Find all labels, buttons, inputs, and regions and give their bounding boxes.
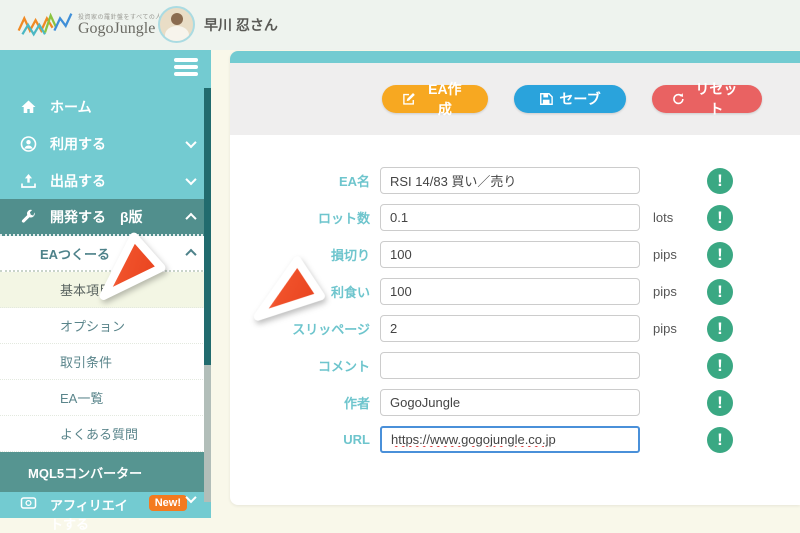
submenu-item-label: 取引条件 bbox=[60, 355, 113, 370]
ea-settings-form: EA名 ! ロット数 lots ! 損切り pips ! 利食い pips ! … bbox=[230, 135, 800, 458]
sidebar-item-label: ホーム bbox=[50, 98, 92, 115]
sidebar-item-sell[interactable]: 出品する bbox=[0, 162, 211, 199]
chevron-down-icon bbox=[185, 491, 197, 504]
user-name: 早川 忍さん bbox=[204, 16, 278, 33]
ea-name-input[interactable] bbox=[380, 167, 640, 194]
sidebar-item-options[interactable]: オプション bbox=[0, 308, 211, 344]
sidebar-item-label: 開発する β版 bbox=[50, 208, 143, 225]
field-label: コメント bbox=[317, 359, 370, 374]
sidebar: ホーム 利用する 出品する 開発する β版 EAつくーる 基本項目 オプション … bbox=[0, 50, 211, 532]
sidebar-item-ea-builder[interactable]: EAつくーる bbox=[0, 236, 211, 272]
warning-icon[interactable]: ! bbox=[707, 167, 733, 194]
button-label: リセット bbox=[695, 81, 738, 117]
money-icon bbox=[20, 497, 37, 509]
sidebar-item-develop[interactable]: 開発する β版 bbox=[0, 199, 211, 236]
submenu-item-label: よくある質問 bbox=[60, 427, 139, 442]
form-row: EA名 ! bbox=[230, 162, 800, 199]
form-row: スリッページ pips ! bbox=[230, 310, 800, 347]
submenu-item-label: EA一覧 bbox=[60, 391, 104, 406]
chevron-down-icon bbox=[185, 173, 197, 185]
save-button[interactable]: セーブ bbox=[514, 85, 626, 113]
sidebar-item-mql5-converter[interactable]: MQL5コンバーター bbox=[0, 452, 211, 492]
unit-label: pips bbox=[653, 247, 677, 262]
chevron-down-icon bbox=[185, 136, 197, 148]
warning-icon[interactable]: ! bbox=[707, 389, 733, 416]
field-label: EA名 bbox=[338, 174, 370, 189]
sidebar-item-affiliate[interactable]: アフィリエイトする New! bbox=[0, 491, 211, 532]
submenu-item-label: 基本項目 bbox=[60, 283, 113, 298]
sidebar-item-home[interactable]: ホーム bbox=[0, 88, 211, 125]
sidebar-item-label: 利用する bbox=[50, 135, 106, 152]
form-row: 利食い pips ! bbox=[230, 273, 800, 310]
hamburger-menu-icon[interactable] bbox=[174, 58, 198, 79]
main-panel: EA作成 セーブ リセット EA名 RSI 14/83 買い／売り ! ロット数… bbox=[230, 51, 800, 505]
field-label: URL bbox=[343, 432, 370, 447]
field-label: 利食い bbox=[330, 285, 370, 300]
upload-icon bbox=[21, 173, 36, 188]
submenu-title-label: EAつくーる bbox=[40, 246, 111, 262]
form-row: コメント ! bbox=[230, 347, 800, 384]
submenu-item-label: オプション bbox=[60, 319, 126, 334]
warning-icon[interactable]: ! bbox=[707, 315, 733, 342]
reset-button[interactable]: リセット bbox=[652, 81, 762, 117]
url-input[interactable] bbox=[380, 426, 640, 453]
sidebar-item-trade-conditions[interactable]: 取引条件 bbox=[0, 344, 211, 380]
form-row: URL ! bbox=[230, 421, 800, 458]
unit-label: lots bbox=[653, 210, 674, 225]
sidebar-item-use[interactable]: 利用する bbox=[0, 125, 211, 162]
user-icon bbox=[20, 135, 37, 152]
field-label: スリッページ bbox=[292, 322, 370, 337]
field-label: 作者 bbox=[343, 396, 370, 411]
comment-input[interactable] bbox=[380, 352, 640, 379]
unit-label: pips bbox=[653, 321, 677, 336]
slippage-input[interactable] bbox=[380, 315, 640, 342]
home-icon bbox=[21, 100, 36, 113]
unit-label: pips bbox=[653, 284, 677, 299]
warning-icon[interactable]: ! bbox=[707, 241, 733, 268]
scrollbar-thumb[interactable] bbox=[204, 88, 211, 365]
pencil-icon bbox=[403, 93, 415, 105]
warning-icon[interactable]: ! bbox=[707, 278, 733, 305]
chevron-up-icon bbox=[185, 248, 197, 261]
form-row: 作者 ! bbox=[230, 384, 800, 421]
app-header: 投資家の羅針盤をすべての人に。 GogoJungle 早川 忍さん bbox=[0, 0, 800, 50]
sidebar-item-label: アフィリエイトする bbox=[50, 498, 128, 532]
sidebar-item-label: 出品する bbox=[50, 172, 106, 189]
sidebar-item-faq[interactable]: よくある質問 bbox=[0, 416, 211, 452]
user-account[interactable]: 早川 忍さん bbox=[158, 6, 278, 43]
form-row: 損切り pips ! bbox=[230, 236, 800, 273]
sidebar-item-basic[interactable]: 基本項目 bbox=[0, 272, 211, 308]
button-label: EA作成 bbox=[428, 81, 462, 117]
warning-icon[interactable]: ! bbox=[707, 352, 733, 379]
panel-top-bar bbox=[230, 51, 800, 63]
ea-create-button[interactable]: EA作成 bbox=[382, 81, 488, 117]
wrench-icon bbox=[21, 209, 35, 223]
lot-size-input[interactable] bbox=[380, 204, 640, 231]
field-label: 損切り bbox=[330, 248, 370, 263]
stop-loss-input[interactable] bbox=[380, 241, 640, 268]
warning-icon[interactable]: ! bbox=[707, 204, 733, 231]
chevron-up-icon bbox=[185, 212, 197, 224]
warning-icon[interactable]: ! bbox=[707, 426, 733, 453]
reset-icon bbox=[673, 93, 684, 105]
sidebar-item-ea-list[interactable]: EA一覧 bbox=[0, 380, 211, 416]
button-label: セーブ bbox=[559, 91, 601, 107]
logo-zigzag-icon bbox=[17, 12, 73, 37]
brand-logo[interactable]: 投資家の羅針盤をすべての人に。 GogoJungle bbox=[16, 8, 175, 40]
avatar bbox=[158, 6, 195, 43]
toolbar: EA作成 セーブ リセット bbox=[230, 63, 800, 135]
ea-builder-submenu: EAつくーる 基本項目 オプション 取引条件 EA一覧 よくある質問 bbox=[0, 236, 211, 452]
field-label: ロット数 bbox=[317, 211, 370, 226]
sidebar-item-label: MQL5コンバーター bbox=[28, 465, 143, 481]
form-row: ロット数 lots ! bbox=[230, 199, 800, 236]
new-badge: New! bbox=[148, 495, 187, 511]
sidebar-scrollbar[interactable] bbox=[204, 88, 211, 502]
floppy-icon bbox=[540, 93, 554, 105]
author-input[interactable] bbox=[380, 389, 640, 416]
take-profit-input[interactable] bbox=[380, 278, 640, 305]
